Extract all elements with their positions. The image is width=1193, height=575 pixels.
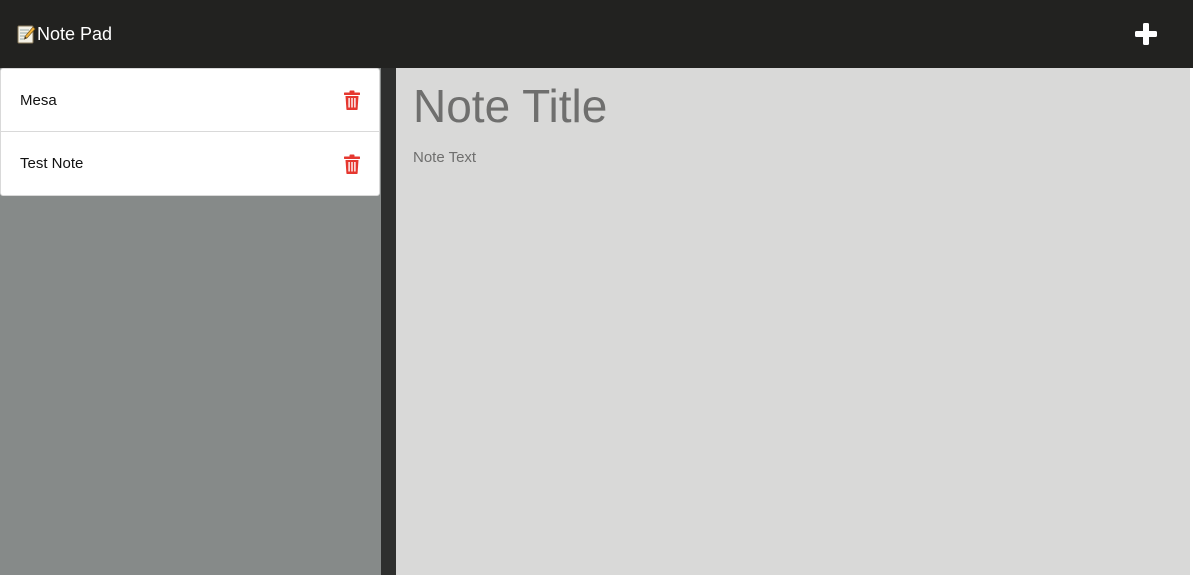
note-editor [396, 68, 1190, 575]
memo-icon [16, 24, 36, 44]
plus-icon [1135, 23, 1157, 45]
trash-icon[interactable] [344, 154, 360, 174]
note-item-title: Mesa [20, 91, 57, 109]
note-list: Mesa Test Note [0, 68, 380, 196]
add-note-button[interactable] [1131, 19, 1161, 49]
panel-divider [381, 68, 396, 575]
list-item[interactable]: Mesa [1, 69, 379, 132]
trash-icon[interactable] [344, 90, 360, 110]
navbar: Note Pad [0, 0, 1193, 68]
app-title: Note Pad [37, 23, 113, 44]
sidebar: Mesa Test Note [0, 68, 381, 575]
note-text-input[interactable] [413, 149, 1173, 549]
note-title-input[interactable] [413, 80, 1173, 132]
list-item[interactable]: Test Note [1, 132, 379, 195]
note-item-title: Test Note [20, 155, 84, 172]
brand[interactable]: Note Pad [16, 24, 112, 45]
